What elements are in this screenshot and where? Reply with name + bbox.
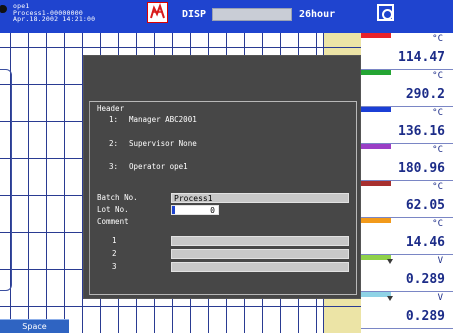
bullet-icon bbox=[0, 5, 7, 13]
channel-value: 290.2 bbox=[405, 87, 445, 102]
channel-value: 136.16 bbox=[398, 124, 445, 139]
channel-value: 114.47 bbox=[398, 50, 445, 65]
channel-row[interactable]: °C 62.05 bbox=[361, 181, 453, 218]
grid-vertical-line bbox=[28, 33, 29, 333]
channel-unit: °C bbox=[432, 219, 443, 229]
channel-color-bar bbox=[361, 107, 391, 112]
lot-number-label: Lot No. bbox=[97, 205, 129, 214]
status-bar: ope1 Process1-00000000 Apr.18.2002 14:21… bbox=[0, 0, 453, 33]
space-button[interactable]: Space bbox=[0, 319, 69, 333]
channel-color-bar bbox=[361, 181, 391, 186]
channel-value: 0.289 bbox=[405, 272, 445, 287]
channel-value: 0.289 bbox=[405, 309, 445, 324]
text-cursor bbox=[172, 206, 175, 214]
channel-unit: °C bbox=[432, 71, 443, 81]
channel-row[interactable]: °C 136.16 bbox=[361, 107, 453, 144]
header-3-text[interactable]: Operator ope1 bbox=[129, 162, 188, 171]
channel-unit: V bbox=[437, 293, 443, 303]
header-1-number: 1: bbox=[109, 115, 119, 124]
comment-1-field[interactable] bbox=[171, 236, 349, 246]
comment-2-number: 2 bbox=[112, 249, 117, 258]
channel-value: 14.46 bbox=[405, 235, 445, 250]
channel-separator bbox=[361, 328, 453, 329]
grid-horizontal-line bbox=[0, 306, 361, 307]
channel-unit: V bbox=[437, 256, 443, 266]
channel-row[interactable]: °C 290.2 bbox=[361, 70, 453, 107]
channel-unit: °C bbox=[432, 145, 443, 155]
lot-number-value: 0 bbox=[210, 206, 215, 215]
channel-color-bar bbox=[361, 33, 391, 38]
channel-unit: °C bbox=[432, 182, 443, 192]
alarm-icon[interactable] bbox=[147, 2, 168, 23]
left-scale-frame bbox=[0, 69, 12, 291]
date-time: Apr.18.2002 14:21:00 bbox=[13, 15, 96, 23]
header-label: Header bbox=[97, 104, 125, 113]
channel-value: 62.05 bbox=[405, 198, 445, 213]
header-2-text[interactable]: Supervisor None bbox=[129, 139, 197, 148]
batch-number-label: Batch No. bbox=[97, 193, 138, 202]
channel-row[interactable]: V 0.289 bbox=[361, 292, 453, 329]
channel-row[interactable]: V 0.289 bbox=[361, 255, 453, 292]
grid-vertical-line bbox=[64, 33, 65, 333]
batch-number-field[interactable]: Process1 bbox=[171, 193, 349, 203]
scale-marker-icon bbox=[387, 259, 393, 264]
channel-panel: °C 114.47 °C 290.2 °C 136.16 °C 180.96 °C 62.05 °C… bbox=[361, 33, 453, 333]
channel-color-bar bbox=[361, 218, 391, 223]
lot-number-field[interactable]: 0 bbox=[171, 205, 219, 215]
header-3-number: 3: bbox=[109, 162, 119, 171]
channel-value: 180.96 bbox=[398, 161, 445, 176]
batch-header-dialog: Header 1: Manager ABC2001 2: Supervisor … bbox=[83, 55, 361, 299]
comment-2-field[interactable] bbox=[171, 249, 349, 259]
channel-row[interactable]: °C 14.46 bbox=[361, 218, 453, 255]
grid-horizontal-line bbox=[0, 47, 361, 48]
channel-color-bar bbox=[361, 70, 391, 75]
header-1-text[interactable]: Manager ABC2001 bbox=[129, 115, 197, 124]
channel-unit: °C bbox=[432, 108, 443, 118]
status-info: ope1 Process1-00000000 Apr.18.2002 14:21… bbox=[13, 3, 95, 23]
header-2-number: 2: bbox=[109, 139, 119, 148]
channel-row[interactable]: °C 180.96 bbox=[361, 144, 453, 181]
display-progress-bar bbox=[212, 8, 292, 21]
channel-unit: °C bbox=[432, 34, 443, 44]
grid-vertical-line bbox=[46, 33, 47, 333]
comment-1-number: 1 bbox=[112, 236, 117, 245]
timebase-label: 26hour bbox=[299, 9, 336, 20]
comment-label: Comment bbox=[97, 217, 129, 226]
channel-color-bar bbox=[361, 144, 391, 149]
comment-3-field[interactable] bbox=[171, 262, 349, 272]
display-mode-label: DISP bbox=[182, 9, 207, 20]
scale-marker-icon bbox=[387, 296, 393, 301]
memory-icon[interactable] bbox=[377, 4, 394, 21]
comment-3-number: 3 bbox=[112, 262, 117, 271]
channel-row[interactable]: °C 114.47 bbox=[361, 33, 453, 70]
